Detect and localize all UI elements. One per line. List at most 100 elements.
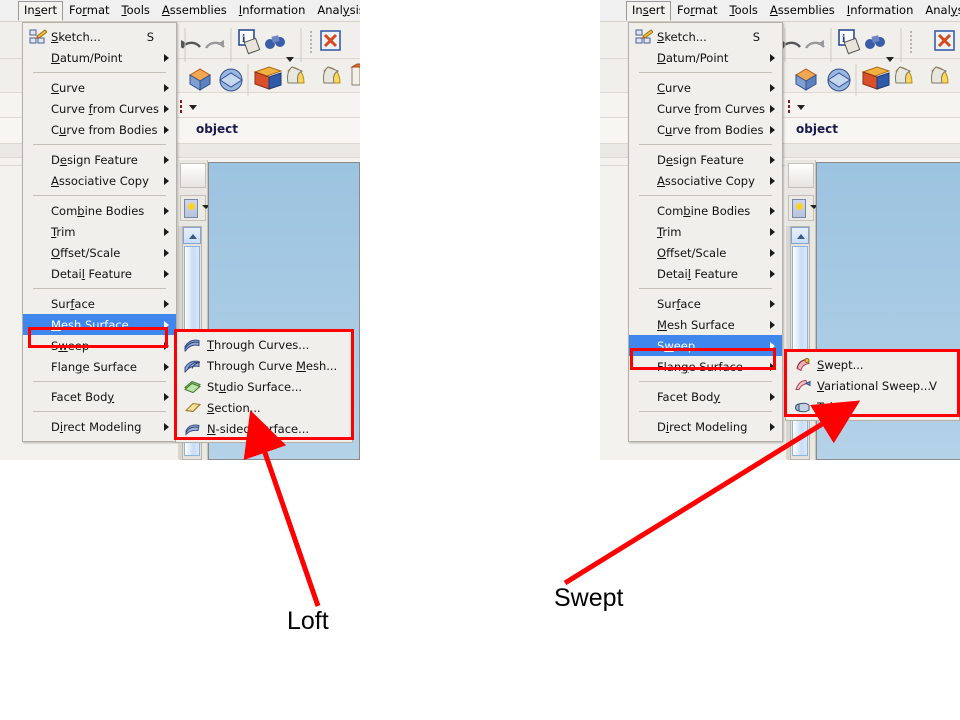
menu-item-mesh-surface[interactable]: Mesh Surface [629,314,782,335]
menu-item-flange-surface[interactable]: Flange Surface [23,356,176,377]
menubar-item-tools[interactable]: Tools [724,1,764,21]
menu-item-offset-scale[interactable]: Offset/Scale [629,242,782,263]
annotation-arrow-loft [243,410,321,607]
submenu-arrow-icon [770,299,775,308]
menu-item-associative-copy[interactable]: Associative Copy [629,170,782,191]
submenu-arrow-icon [164,227,169,236]
menu-separator [639,195,772,196]
menu-item-label: Curve from Bodies [51,122,158,137]
studio-surface-icon [184,379,201,394]
menu-item-sketch[interactable]: Sketch... S [629,26,782,47]
submenu-item-variational-sweep[interactable]: Variational Sweep... V [786,375,959,396]
insert-dropdown-menu-right[interactable]: Sketch... S Datum/Point Curve Curve from… [628,22,783,442]
menubar-item-format[interactable]: Format [671,1,724,21]
sun-icon [188,203,195,210]
menu-item-label: Facet Body [51,389,115,404]
menu-item-design-feature[interactable]: Design Feature [629,149,782,170]
menubar-item-analysis[interactable]: Analysis [311,1,360,21]
menu-item-direct-modeling[interactable]: Direct Modeling [23,416,176,437]
menu-item-facet-body[interactable]: Facet Body [629,386,782,407]
menu-item-curve[interactable]: Curve [23,77,176,98]
menu-item-trim[interactable]: Trim [629,221,782,242]
menu-item-design-feature[interactable]: Design Feature [23,149,176,170]
menu-item-sweep[interactable]: Sweep [629,335,782,356]
menu-item-label: Sketch... [51,29,101,44]
mesh-surface-submenu[interactable]: Through Curves... Through Curve Mesh... … [175,330,353,443]
menu-item-mesh-surface[interactable]: Mesh Surface [23,314,176,335]
menu-separator [639,288,772,289]
submenu-item-label: Section... [207,400,261,415]
menu-item-sweep[interactable]: Sweep [23,335,176,356]
menu-item-flange-surface[interactable]: Flange Surface [629,356,782,377]
submenu-arrow-icon [164,362,169,371]
submenu-item-swept[interactable]: Swept... [786,354,959,375]
submenu-arrow-icon [770,392,775,401]
submenu-arrow-icon [164,125,169,134]
menu-item-label: Direct Modeling [51,419,142,434]
scroll-up-arrow-icon[interactable] [791,227,809,244]
submenu-arrow-icon [164,155,169,164]
menu-item-label: Combine Bodies [51,203,145,218]
submenu-item-label: Variational Sweep... [817,378,932,393]
scroll-up-arrow-icon[interactable] [183,227,201,244]
menubar-item-assemblies[interactable]: Assemblies [764,1,841,21]
menu-item-detail-feature[interactable]: Detail Feature [23,263,176,284]
menu-item-datum-point[interactable]: Datum/Point [23,47,176,68]
menubar-item-information[interactable]: Information [233,1,312,21]
menu-item-combine-bodies[interactable]: Combine Bodies [629,200,782,221]
menubar-item-tools[interactable]: Tools [116,1,156,21]
submenu-item-studio-surface[interactable]: Studio Surface... [176,376,352,397]
menu-item-accel: S [146,29,154,44]
menu-item-offset-scale[interactable]: Offset/Scale [23,242,176,263]
menu-item-label: Datum/Point [657,50,729,65]
vertical-scrollbar[interactable] [790,226,810,460]
menu-item-facet-body[interactable]: Facet Body [23,386,176,407]
menu-item-curve-from-curves[interactable]: Curve from Curves [629,98,782,119]
menubar-item-format[interactable]: Format [63,1,116,21]
menu-item-curve-from-bodies[interactable]: Curve from Bodies [629,119,782,140]
menu-item-detail-feature[interactable]: Detail Feature [629,263,782,284]
menu-item-curve-from-bodies[interactable]: Curve from Bodies [23,119,176,140]
menu-item-surface[interactable]: Surface [629,293,782,314]
variational-sweep-icon [794,378,811,393]
annotation-label-swept: Swept [554,584,624,612]
menu-item-datum-point[interactable]: Datum/Point [629,47,782,68]
submenu-arrow-icon [770,155,775,164]
submenu-item-through-curves[interactable]: Through Curves... [176,334,352,355]
menu-item-label: Design Feature [51,152,138,167]
left-screenshot-panel: object i Insert Format Tools Assemblies … [0,0,360,460]
sweep-submenu[interactable]: Swept... Variational Sweep... V Tube... [785,350,960,421]
menubar-item-insert[interactable]: Insert [18,0,63,21]
menu-item-surface[interactable]: Surface [23,293,176,314]
submenu-item-tube[interactable]: Tube... [786,396,959,417]
menu-item-curve-from-curves[interactable]: Curve from Curves [23,98,176,119]
menu-item-label: Offset/Scale [657,245,727,260]
submenu-item-through-curve-mesh[interactable]: Through Curve Mesh... [176,355,352,376]
submenu-item-accel: V [929,378,937,393]
menubar-item-information[interactable]: Information [841,1,920,21]
menu-item-label: Curve from Curves [657,101,765,116]
menu-separator [639,144,772,145]
menubar-item-insert[interactable]: Insert [626,0,671,21]
resource-bar-button[interactable] [180,163,206,188]
submenu-arrow-icon [770,176,775,185]
resource-bar-button[interactable] [788,163,814,188]
submenu-item-section[interactable]: Section... [176,397,352,418]
menu-item-direct-modeling[interactable]: Direct Modeling [629,416,782,437]
insert-dropdown-menu-left[interactable]: Sketch... S Datum/Point Curve Curve from… [22,22,177,442]
menu-item-curve[interactable]: Curve [629,77,782,98]
submenu-arrow-icon [770,227,775,236]
menu-item-trim[interactable]: Trim [23,221,176,242]
submenu-item-n-sided-surface[interactable]: N-sided Surface... [176,418,352,439]
sun-icon [796,203,803,210]
sketch-icon [635,28,654,45]
image-layer-button[interactable] [180,195,210,221]
menu-item-label: Curve from Bodies [657,122,764,137]
menu-item-combine-bodies[interactable]: Combine Bodies [23,200,176,221]
menubar-item-assemblies[interactable]: Assemblies [156,1,233,21]
menu-item-associative-copy[interactable]: Associative Copy [23,170,176,191]
menu-item-sketch[interactable]: Sketch... S [23,26,176,47]
menubar-item-analysis[interactable]: Analysis [919,1,960,21]
submenu-arrow-icon [770,83,775,92]
image-layer-button[interactable] [788,195,818,221]
